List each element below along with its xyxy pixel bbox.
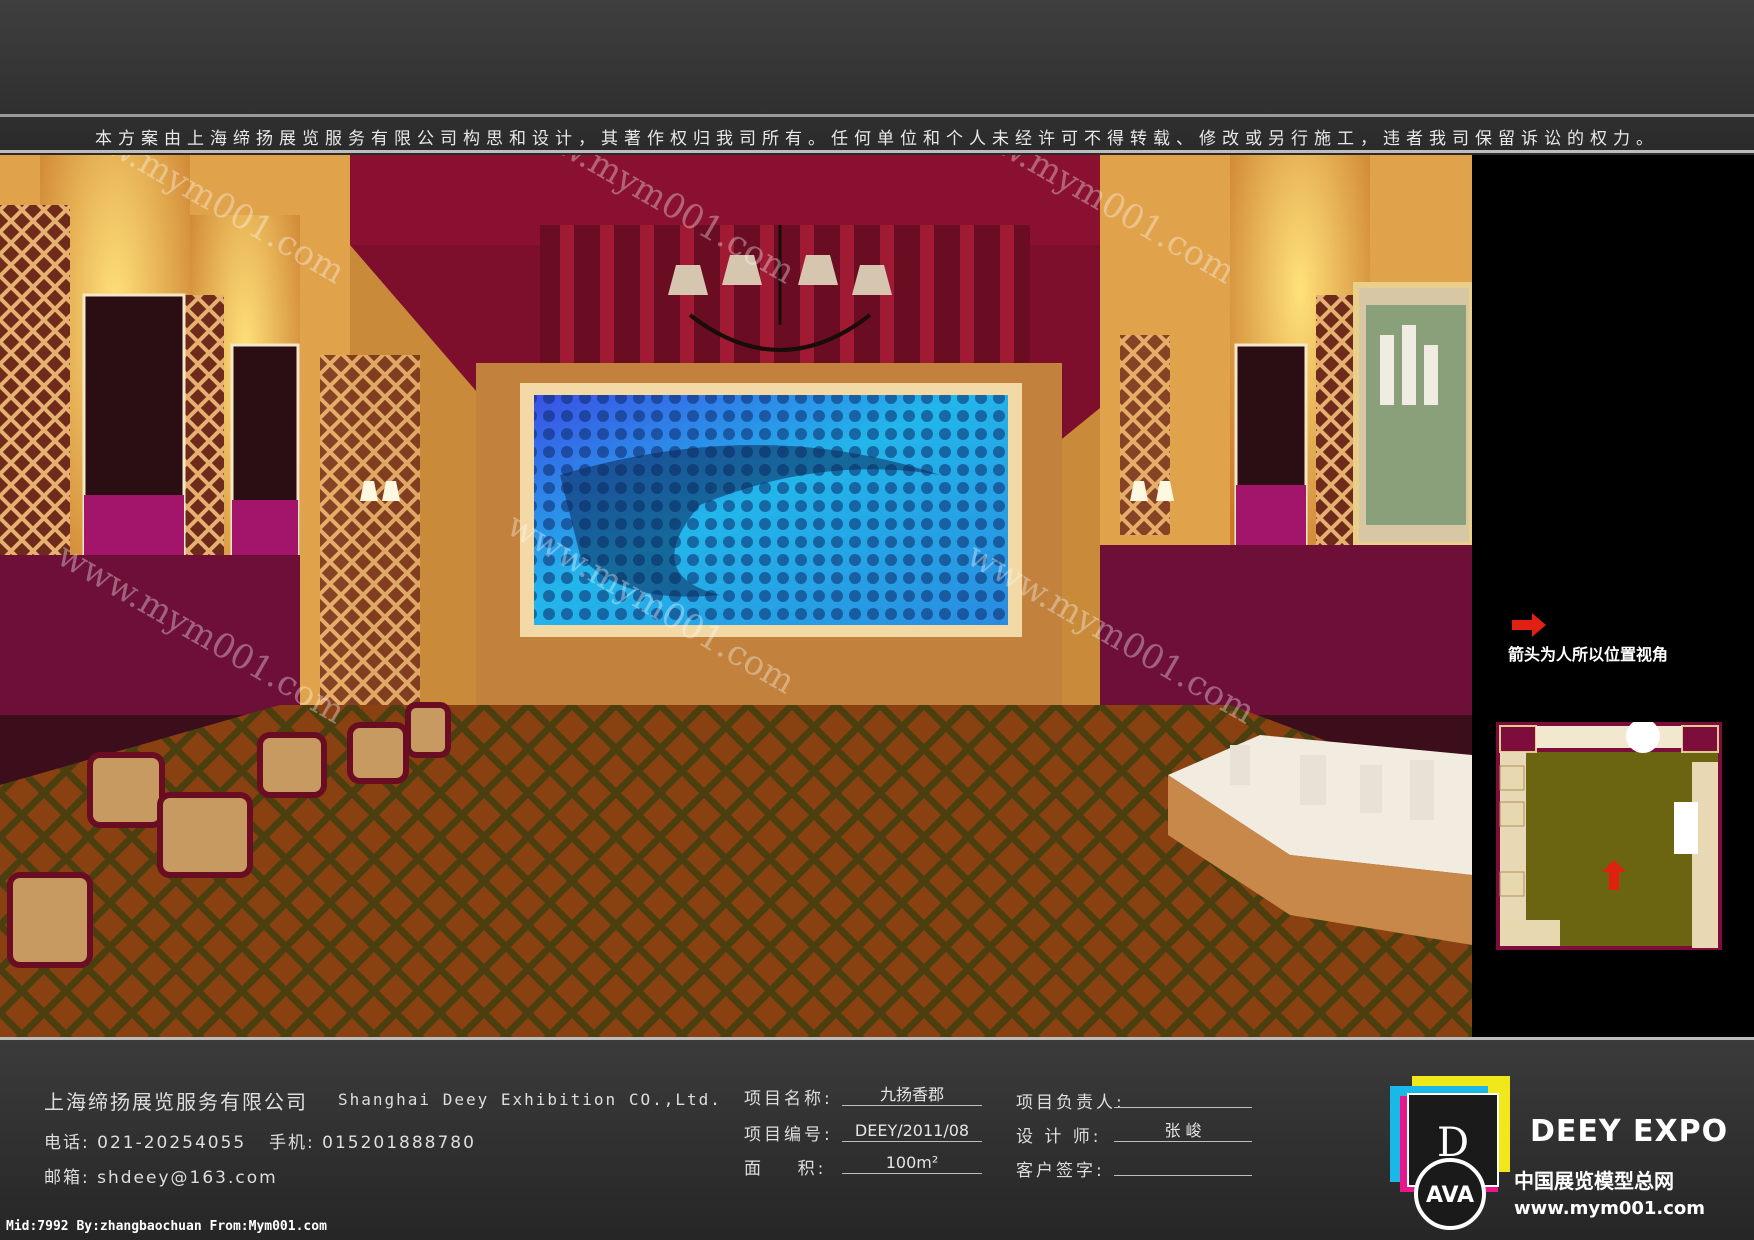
client-signature-value	[1114, 1154, 1252, 1176]
showroom-illustration	[0, 155, 1472, 1037]
red-arrow-icon	[1512, 613, 1546, 637]
project-name-value: 九扬香郡	[842, 1084, 982, 1106]
project-area-label: 面 积:	[744, 1159, 827, 1179]
deey-logo: D AVA	[1390, 1076, 1510, 1230]
company-email: 邮箱: shdeey@163.com	[44, 1168, 278, 1188]
company-name-en: Shanghai Deey Exhibition CO.,Ltd.	[338, 1090, 722, 1109]
client-signature-label: 客户签字:	[1016, 1161, 1105, 1181]
floor-plan	[1496, 722, 1722, 950]
brand-url: www.mym001.com	[1514, 1198, 1706, 1219]
designer-label: 设 计 师:	[1016, 1127, 1102, 1147]
credit-line: Mid:7992 By:zhangbaochuan From:Mym001.co…	[6, 1219, 327, 1234]
side-panel: 箭头为人所以位置视角	[1472, 155, 1754, 1037]
project-manager-value	[1114, 1086, 1252, 1108]
copyright-notice: 本方案由上海缔扬展览服务有限公司构思和设计，其著作权归我司所有。任何单位和个人未…	[95, 129, 1659, 149]
project-number-value: DEEY/2011/08	[842, 1120, 982, 1142]
project-manager-label: 项目负责人:	[1016, 1093, 1125, 1113]
company-phone: 电话: 021-20254055	[44, 1133, 247, 1153]
brand-tagline: 中国展览模型总网	[1514, 1169, 1674, 1193]
ava-mark: AVA	[1426, 1183, 1474, 1208]
project-name-label: 项目名称:	[744, 1089, 833, 1109]
arrow-note: 箭头为人所以位置视角	[1508, 645, 1669, 664]
project-area-value: 100m²	[842, 1152, 982, 1174]
left-lattice-screen	[0, 205, 70, 555]
header-rule-top	[0, 114, 1754, 117]
company-name-cn: 上海缔扬展览服务有限公司	[44, 1090, 308, 1114]
header-rule-bottom	[0, 150, 1754, 153]
brand-name: DEEY EXPO	[1530, 1114, 1729, 1149]
designer-value: 张 峻	[1114, 1120, 1252, 1142]
company-mobile: 手机: 015201888780	[269, 1133, 476, 1153]
project-number-label: 项目编号:	[744, 1125, 833, 1145]
showroom-rendering: www.mym001.com www.mym001.com www.mym001…	[0, 155, 1472, 1037]
